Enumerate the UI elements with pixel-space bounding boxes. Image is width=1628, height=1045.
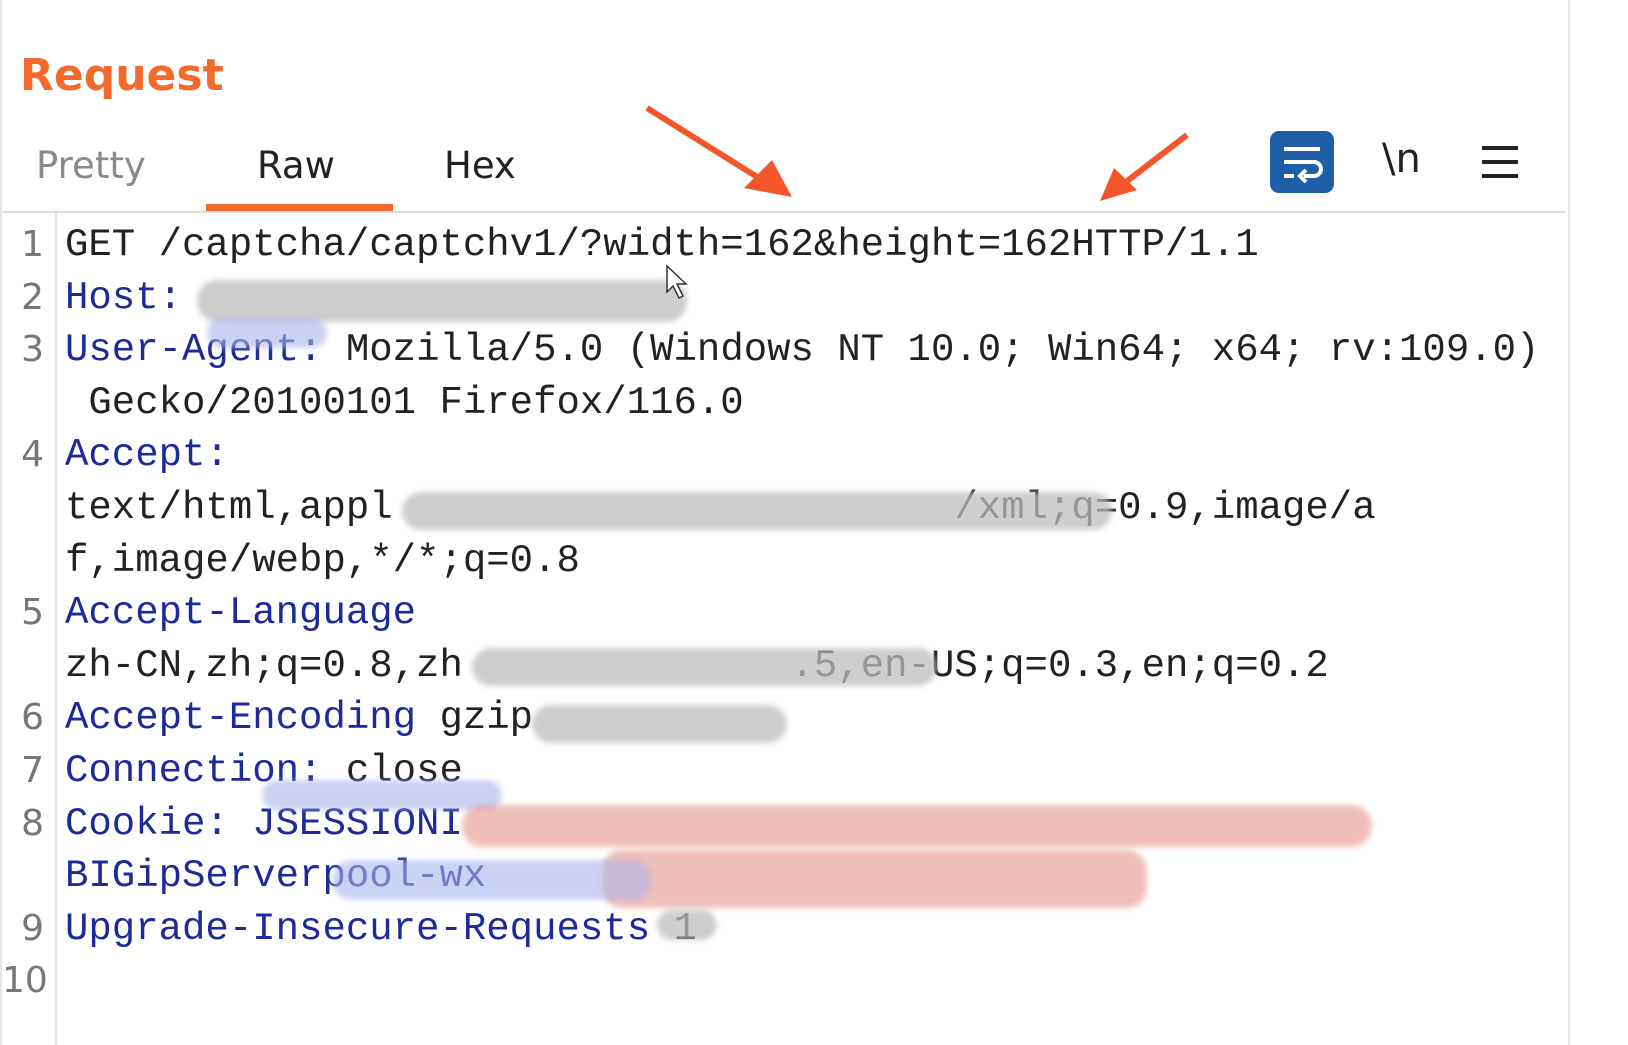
header-key: Accept: xyxy=(65,433,229,478)
redaction-blur xyxy=(462,805,1372,847)
header-key: Accept-Encoding xyxy=(65,696,417,741)
line-number: 9 xyxy=(21,907,44,949)
redaction-blur xyxy=(262,780,502,810)
line-number-gutter xyxy=(55,213,57,1045)
line-number: 4 xyxy=(21,434,44,476)
panel-title: Request xyxy=(20,50,224,101)
active-tab-indicator xyxy=(206,204,393,211)
header-value: Gecko/20100101 Firefox/116.0 xyxy=(65,380,744,425)
header-value: gzip xyxy=(416,696,534,741)
line-number: 3 xyxy=(21,329,44,371)
annotation-arrow-icon xyxy=(1120,132,1189,188)
header-key: Host: xyxy=(65,275,183,320)
word-wrap-icon xyxy=(1284,147,1323,184)
line-number: 10 xyxy=(2,960,48,1002)
line-number: 2 xyxy=(21,276,44,318)
line-number: 6 xyxy=(21,697,44,739)
header-key: Upgrade-Insecure-Requests xyxy=(65,906,651,951)
header-value: Mozilla/5.0 (Windows NT 10.0; Win64; x64… xyxy=(322,328,1540,373)
header-value: f,image/webp,*/*;q=0.8 xyxy=(65,538,580,583)
redaction-blur xyxy=(197,280,687,322)
redaction-blur xyxy=(332,860,652,900)
tab-pretty[interactable]: Pretty xyxy=(36,144,146,187)
line-number: 7 xyxy=(21,749,44,791)
annotation-arrowhead-icon xyxy=(1100,168,1137,201)
request-panel: Request Pretty Raw Hex \n 1 GET /captcha/… xyxy=(0,0,1570,1045)
redaction-blur xyxy=(402,492,1112,530)
redaction-blur xyxy=(472,648,937,686)
tab-hex[interactable]: Hex xyxy=(444,144,516,187)
line-number: 5 xyxy=(21,592,44,634)
redaction-blur xyxy=(532,705,787,743)
line-number: 8 xyxy=(21,802,44,844)
redaction-blur xyxy=(207,318,327,348)
annotation-arrow-icon xyxy=(645,105,764,183)
header-key: Accept-Language xyxy=(65,591,417,636)
show-newlines-button[interactable]: \n xyxy=(1382,136,1421,182)
header-value: GET /captcha/captchv1/?width=162&height=… xyxy=(65,223,1259,267)
redaction-blur xyxy=(657,910,717,940)
divider xyxy=(2,211,1566,213)
tab-raw[interactable]: Raw xyxy=(257,144,335,187)
redaction-blur xyxy=(602,850,1147,908)
annotation-arrowhead-icon xyxy=(744,160,792,197)
word-wrap-button[interactable] xyxy=(1270,131,1334,193)
line-number: 1 xyxy=(21,224,44,265)
hamburger-menu-icon[interactable] xyxy=(1482,146,1518,178)
